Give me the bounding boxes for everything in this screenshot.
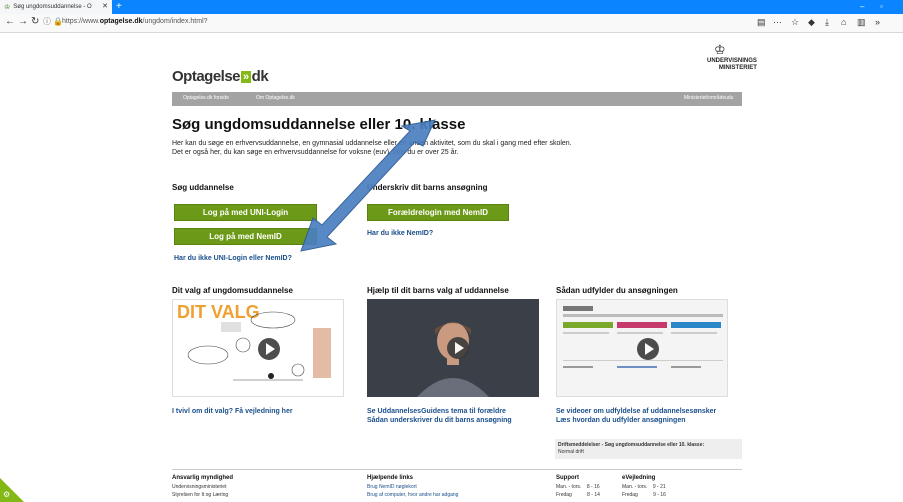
video1-link[interactable]: I tvivl om dit valg? Få vejledning her bbox=[172, 407, 293, 416]
status-title: Driftsmeddelelser - Søg ungdomsuddannels… bbox=[558, 442, 705, 448]
footer-authority-1: Undervisningsministeriet bbox=[172, 484, 227, 490]
footer-links-heading: Hjælpende links bbox=[367, 475, 414, 481]
footer-support-1: Man. - tors. 8 - 16 bbox=[556, 484, 600, 490]
video3-thumbnail[interactable] bbox=[556, 299, 728, 397]
gear-icon[interactable]: ⚙ bbox=[3, 490, 10, 499]
play-icon[interactable] bbox=[637, 338, 659, 360]
video2-caption: Se UddannelsesGuidens tema til forældre … bbox=[367, 407, 512, 425]
footer-evejledning-heading: eVejledning bbox=[622, 475, 656, 481]
play-icon[interactable] bbox=[258, 338, 280, 360]
footer-evejledning-2: Fredag 9 - 16 bbox=[622, 492, 666, 498]
video1-heading: Dit valg af ungdomsuddannelse bbox=[172, 286, 293, 295]
video3-link1[interactable]: Se videoer om udfyldelse af uddannelsesø… bbox=[556, 407, 716, 416]
video1-caption: I tvivl om dit valg? Få vejledning her bbox=[172, 407, 293, 416]
video3-heading: Sådan udfylder du ansøgningen bbox=[556, 286, 678, 295]
footer-support-heading: Support bbox=[556, 475, 579, 481]
footer-authority-heading: Ansvarlig myndighed bbox=[172, 475, 234, 481]
video2-thumbnail[interactable] bbox=[367, 299, 539, 397]
footer-evejledning-1: Man. - tors. 9 - 21 bbox=[622, 484, 666, 490]
footer-divider bbox=[172, 469, 742, 470]
status-box: Driftsmeddelelser - Søg ungdomsuddannels… bbox=[555, 439, 742, 459]
footer-authority-2: Styrelsen for It og Læring bbox=[172, 492, 229, 498]
footer-link-computer[interactable]: Brug af computer, hvor andre har adgang bbox=[367, 492, 458, 498]
video3-link2[interactable]: Læs hvordan du udfylder ansøgningen bbox=[556, 416, 716, 425]
arrow-annotation bbox=[300, 119, 436, 252]
status-text: Normal drift bbox=[558, 449, 584, 455]
video1-thumbnail[interactable]: DIT VALG bbox=[172, 299, 344, 397]
play-icon[interactable] bbox=[447, 337, 469, 359]
footer-link-nemid[interactable]: Brug NemID nøglekort bbox=[367, 484, 417, 490]
video2-heading: Hjælp til dit barns valg af uddannelse bbox=[367, 286, 509, 295]
footer-support-2: Fredag 8 - 14 bbox=[556, 492, 600, 498]
video2-link2[interactable]: Sådan underskriver du dit barns ansøgnin… bbox=[367, 416, 512, 425]
video3-caption: Se videoer om udfyldelse af uddannelsesø… bbox=[556, 407, 716, 425]
video2-link1[interactable]: Se UddannelsesGuidens tema til forældre bbox=[367, 407, 512, 416]
